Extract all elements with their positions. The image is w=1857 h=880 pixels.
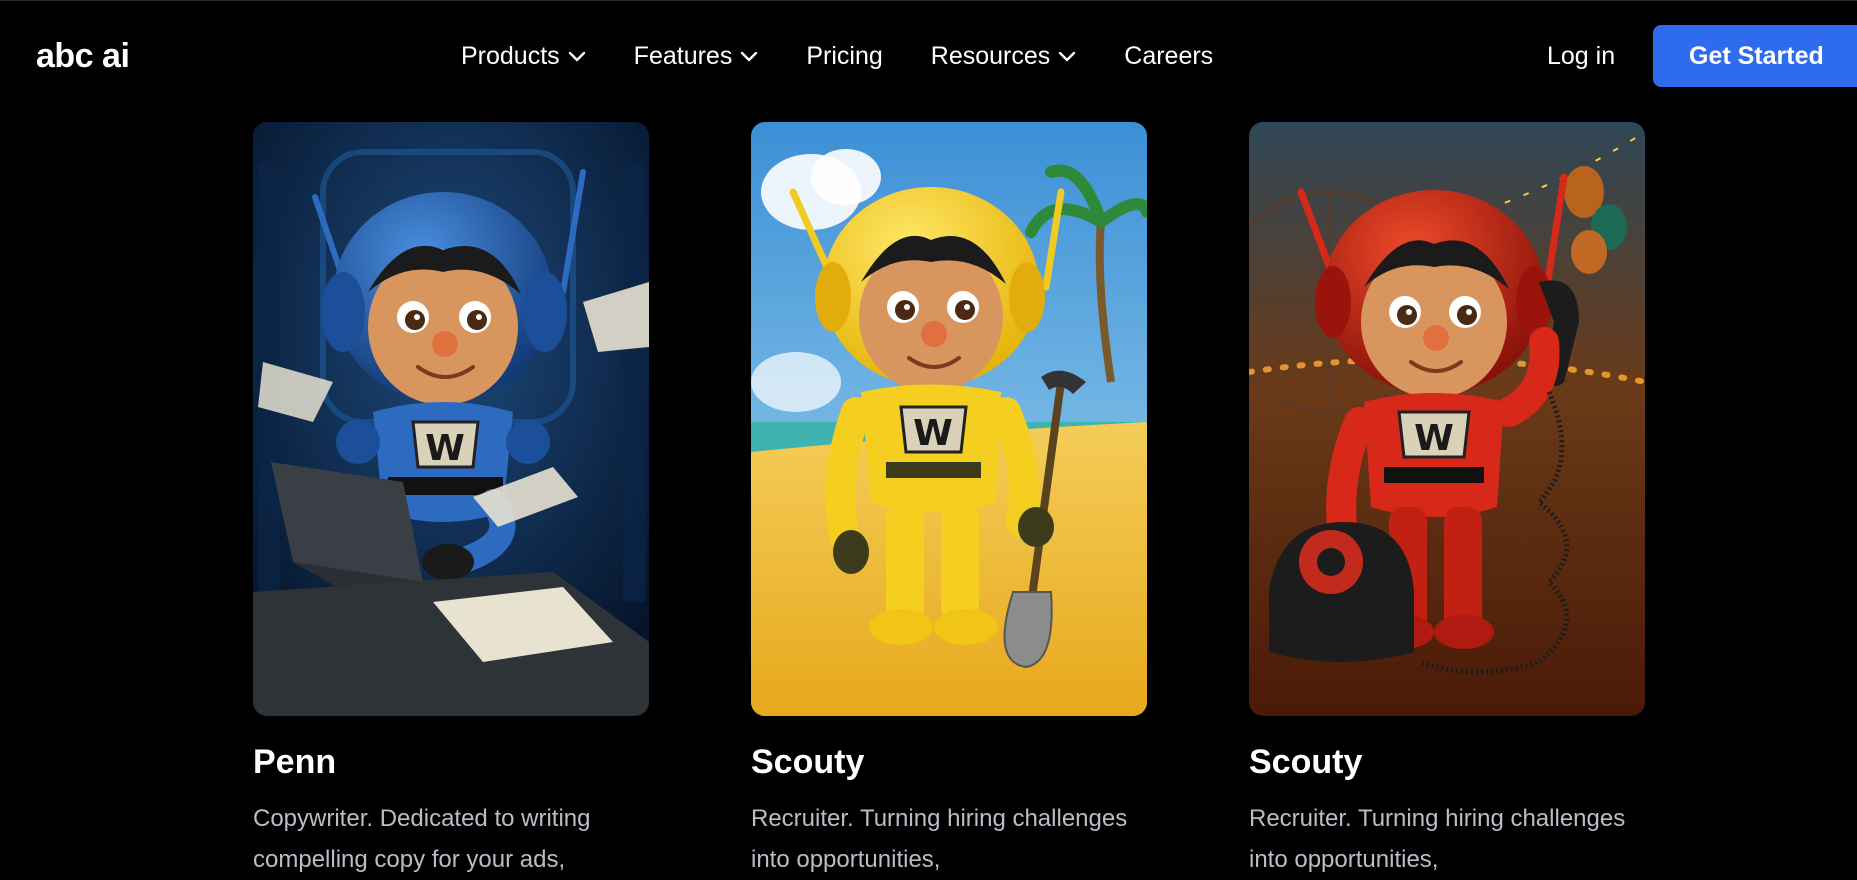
- svg-text:W: W: [913, 413, 953, 454]
- nav-item-label: Features: [633, 42, 733, 70]
- card-description: Recruiter. Turning hiring challenges int…: [1249, 805, 1626, 873]
- svg-text:W: W: [1414, 418, 1454, 459]
- card-title: Penn: [253, 743, 337, 781]
- blue-robot-illustration: W: [253, 122, 649, 716]
- yellow-robot-illustration: W: [751, 122, 1147, 716]
- agent-card-penn[interactable]: W Penn Copywriter. Dedicated to writing …: [253, 122, 649, 880]
- top-navbar: abc ai Products Features Pricing Resourc…: [0, 0, 1857, 112]
- nav-item-label: Resources: [930, 42, 1051, 70]
- nav-item-pricing[interactable]: Pricing: [806, 38, 882, 74]
- brand-logo[interactable]: abc ai: [36, 36, 130, 76]
- nav-item-label: Products: [461, 42, 560, 70]
- agent-card-scouty-yellow[interactable]: W Scouty Recruiter. Turning hiring chall…: [751, 122, 1147, 880]
- nav-item-products[interactable]: Products: [461, 38, 586, 74]
- nav-item-careers[interactable]: Careers: [1124, 38, 1213, 74]
- main-nav: Products Features Pricing Resources Care…: [461, 38, 1213, 74]
- nav-item-features[interactable]: Features: [634, 38, 759, 74]
- agent-card-scouty-red[interactable]: W Scouty Recruiter. Turning hiring chall…: [1249, 122, 1645, 880]
- card-title: Scouty: [751, 743, 865, 781]
- nav-item-label: Careers: [1124, 42, 1214, 70]
- card-title: Scouty: [1249, 743, 1363, 781]
- card-image: W: [751, 122, 1147, 716]
- card-image: W: [253, 122, 649, 716]
- card-image: W: [1249, 122, 1645, 716]
- card-description: Copywriter. Dedicated to writing compell…: [253, 805, 591, 873]
- get-started-button[interactable]: Get Started: [1653, 25, 1857, 87]
- red-robot-illustration: W: [1249, 122, 1645, 716]
- chevron-down-icon: [741, 51, 758, 62]
- login-link[interactable]: Log in: [1547, 38, 1615, 74]
- chevron-down-icon: [1059, 51, 1076, 62]
- card-description: Recruiter. Turning hiring challenges int…: [751, 805, 1128, 873]
- nav-item-resources[interactable]: Resources: [931, 38, 1077, 74]
- chevron-down-icon: [568, 51, 585, 62]
- nav-item-label: Pricing: [806, 42, 883, 70]
- svg-text:W: W: [425, 428, 465, 469]
